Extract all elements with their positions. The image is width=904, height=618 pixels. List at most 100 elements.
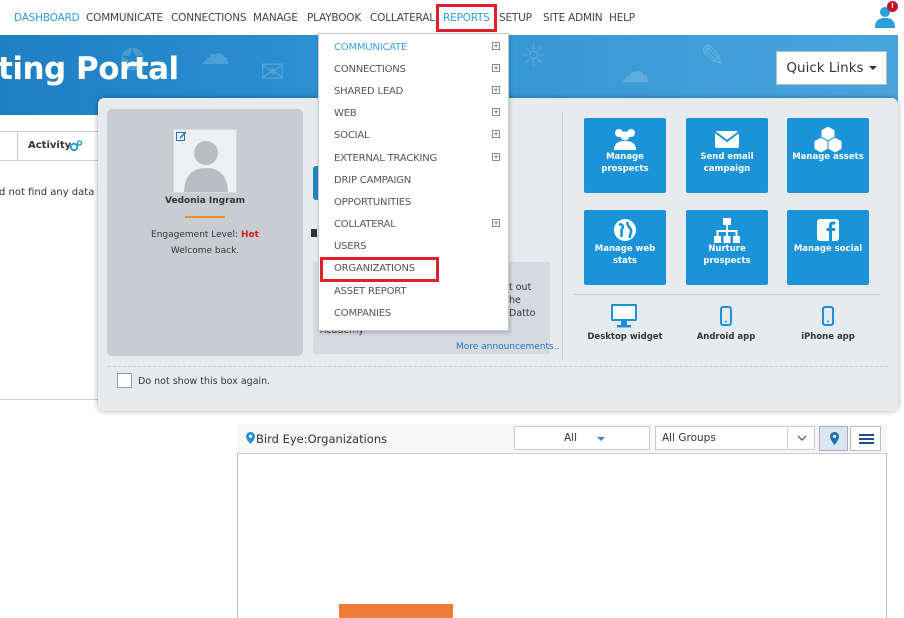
left-tab[interactable] bbox=[0, 132, 18, 161]
quick-links-label: Quick Links bbox=[786, 60, 864, 76]
tab-activity[interactable]: Activity bbox=[28, 140, 71, 151]
list-icon bbox=[859, 434, 874, 444]
nav-playbook[interactable]: PLAYBOOK bbox=[307, 12, 361, 24]
tile-manage-web-stats[interactable]: Manage web stats bbox=[584, 210, 666, 285]
more-announcements-link[interactable]: More announcements.. bbox=[456, 342, 559, 352]
globe-icon bbox=[614, 219, 636, 241]
expand-plus-icon[interactable]: + bbox=[492, 42, 500, 50]
list-view-button[interactable] bbox=[850, 426, 881, 451]
nav-communicate[interactable]: COMMUNICATE bbox=[86, 12, 163, 24]
phone-icon[interactable] bbox=[720, 306, 732, 326]
divider bbox=[0, 399, 100, 400]
profile-divider bbox=[185, 216, 225, 218]
announcement-text: t out he Datto bbox=[509, 281, 549, 320]
top-navigation: DASHBOARD COMMUNICATE CONNECTIONS MANAGE… bbox=[0, 0, 904, 36]
bird-eye-title: Bird Eye:Organizations bbox=[256, 432, 388, 446]
no-data-message: d not find any data to bbox=[0, 187, 108, 198]
menu-item-collateral[interactable]: COLLATERAL bbox=[334, 219, 396, 230]
dont-show-checkbox[interactable] bbox=[117, 373, 132, 388]
menu-item-social[interactable]: SOCIAL bbox=[334, 130, 370, 141]
expand-plus-icon[interactable]: + bbox=[492, 86, 500, 94]
tile-label: Manage prospects bbox=[601, 152, 649, 174]
caret-down-icon bbox=[597, 437, 605, 441]
menu-item-opportunities[interactable]: OPPORTUNITIES bbox=[334, 197, 411, 208]
announcement-line: he bbox=[509, 295, 521, 306]
tile-label: Manage web stats bbox=[594, 244, 656, 266]
announcement-line: Datto bbox=[509, 308, 536, 319]
menu-item-asset-report[interactable]: ASSET REPORT bbox=[334, 286, 406, 297]
engagement-level: Engagement Level: Hot bbox=[107, 230, 303, 240]
filter-all-select[interactable]: All bbox=[514, 426, 650, 450]
menu-item-communicate[interactable]: COMMUNICATE bbox=[334, 42, 407, 53]
android-app-link[interactable]: Android app bbox=[686, 332, 766, 344]
trophy-icon bbox=[311, 229, 317, 237]
banner-decoration-icon: ✎ bbox=[700, 39, 726, 74]
nav-dashboard[interactable]: DASHBOARD bbox=[14, 12, 80, 24]
tile-label: Nurture prospects bbox=[703, 244, 751, 266]
groups-dropdown-toggle[interactable] bbox=[787, 427, 815, 449]
nav-collateral[interactable]: COLLATERAL bbox=[370, 12, 435, 24]
org-chart-icon bbox=[714, 218, 740, 243]
engagement-value: Hot bbox=[240, 230, 259, 240]
dont-show-label: Do not show this box again. bbox=[138, 376, 271, 387]
filter-groups-select[interactable]: All Groups bbox=[655, 426, 815, 450]
organizations-highlight-box bbox=[320, 257, 439, 282]
tile-label: Manage social bbox=[793, 244, 863, 254]
cubes-icon bbox=[813, 125, 843, 154]
nav-setup[interactable]: SETUP bbox=[499, 12, 532, 24]
tile-manage-assets[interactable]: Manage assets bbox=[787, 118, 869, 193]
map-view-button[interactable] bbox=[819, 426, 848, 451]
tile-send-email-campaign[interactable]: Send email campaign bbox=[686, 118, 768, 193]
menu-item-web[interactable]: WEB bbox=[334, 108, 357, 119]
gear-icon[interactable] bbox=[69, 139, 83, 153]
quick-links-button[interactable]: Quick Links bbox=[776, 51, 887, 85]
people-icon bbox=[614, 129, 636, 150]
nav-manage[interactable]: MANAGE bbox=[253, 12, 298, 24]
facebook-icon bbox=[817, 219, 839, 241]
phone-icon[interactable] bbox=[822, 306, 834, 326]
engagement-label: Engagement Level: bbox=[151, 230, 239, 240]
filter-all-value: All bbox=[564, 432, 578, 444]
menu-item-companies[interactable]: COMPANIES bbox=[334, 308, 391, 319]
divider bbox=[574, 294, 880, 295]
reports-highlight-box bbox=[436, 4, 497, 32]
expand-plus-icon[interactable]: + bbox=[492, 64, 500, 72]
banner-decoration-icon: ☼ bbox=[520, 39, 547, 74]
banner-decoration-icon: ✉ bbox=[260, 55, 286, 90]
envelope-icon bbox=[714, 131, 740, 148]
tile-manage-prospects[interactable]: Manage prospects bbox=[584, 118, 666, 193]
nav-site-admin[interactable]: SITE ADMIN bbox=[543, 12, 603, 24]
map-pin-icon bbox=[246, 432, 255, 444]
edit-icon[interactable] bbox=[176, 131, 187, 142]
profile-name: Vedonia Ingram bbox=[165, 196, 245, 206]
nav-help[interactable]: HELP bbox=[609, 12, 635, 24]
tile-label: Send email campaign bbox=[700, 152, 754, 174]
notification-badge[interactable]: ! bbox=[887, 1, 898, 12]
orange-marker bbox=[339, 604, 453, 618]
menu-item-drip-campaign[interactable]: DRIP CAMPAIGN bbox=[334, 175, 411, 186]
nav-connections[interactable]: CONNECTIONS bbox=[171, 12, 247, 24]
tile-label: Manage assets bbox=[792, 152, 864, 162]
banner-decoration-icon: ☁ bbox=[200, 37, 230, 72]
caret-down-icon bbox=[868, 66, 877, 70]
expand-plus-icon[interactable]: + bbox=[492, 153, 500, 161]
chevron-down-icon bbox=[797, 435, 807, 441]
map-pin-icon bbox=[830, 432, 839, 445]
announcement-line: t out bbox=[509, 282, 532, 293]
page-title: ting Portal bbox=[0, 51, 179, 87]
menu-item-users[interactable]: USERS bbox=[334, 241, 366, 252]
desktop-widget-link[interactable]: Desktop widget bbox=[585, 332, 665, 344]
monitor-icon[interactable] bbox=[610, 303, 638, 329]
expand-plus-icon[interactable]: + bbox=[492, 219, 500, 227]
expand-plus-icon[interactable]: + bbox=[492, 108, 500, 116]
iphone-app-link[interactable]: iPhone app bbox=[788, 332, 868, 344]
menu-item-external-tracking[interactable]: EXTERNAL TRACKING bbox=[334, 153, 437, 164]
tile-nurture-prospects[interactable]: Nurture prospects bbox=[686, 210, 768, 285]
menu-item-connections[interactable]: CONNECTIONS bbox=[334, 64, 406, 75]
filter-groups-value: All Groups bbox=[662, 432, 716, 444]
tile-manage-social[interactable]: Manage social bbox=[787, 210, 869, 285]
divider bbox=[562, 112, 563, 360]
menu-item-shared-lead[interactable]: SHARED LEAD bbox=[334, 86, 403, 97]
expand-plus-icon[interactable]: + bbox=[492, 130, 500, 138]
welcome-message: Welcome back. bbox=[170, 246, 240, 256]
